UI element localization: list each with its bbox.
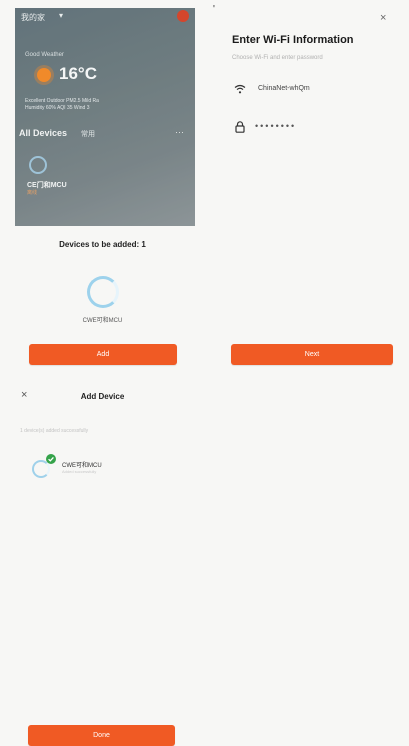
wifi-ssid-field[interactable]: ChinaNet-whQm: [258, 85, 310, 92]
check-icon: [46, 454, 56, 464]
add-button[interactable]: Add: [29, 344, 177, 365]
home-title: 我的家: [21, 13, 45, 22]
weather-row-1: Excellent Outdoor PM2.5 Mild Ra: [25, 98, 99, 104]
add-icon: [177, 10, 189, 22]
lock-icon: [235, 121, 245, 133]
home-dropdown-icon: ▾: [59, 11, 64, 20]
weather-row-2: Humidity 60% AQI 35 Wind 3: [25, 105, 90, 111]
all-devices-tab: All Devices: [19, 128, 68, 138]
weather-subtitle: Good Weather: [25, 52, 64, 58]
added-device-name: CWE可和MCU: [62, 463, 102, 469]
wifi-page-subtitle: Choose Wi-Fi and enter password: [232, 55, 323, 61]
scanning-spinner-icon: [87, 276, 119, 308]
temperature: 16°C: [59, 64, 97, 83]
devices-to-add-title: Devices to be added: 1: [59, 240, 146, 249]
wifi-icon: [234, 84, 246, 94]
add-device-hint: 1 device(s) added successfully: [20, 428, 89, 434]
wifi-password-field[interactable]: ••••••••: [255, 121, 296, 131]
add-device-title: Add Device: [80, 392, 125, 401]
home-screen-preview: 我的家 ▾ Good Weather 16°C Excellent Outdoo…: [15, 8, 195, 226]
device-status: 离线: [27, 190, 38, 196]
status-mark: ': [213, 4, 215, 15]
wifi-page-title: Enter Wi-Fi Information: [232, 34, 354, 46]
device-icon: [29, 156, 47, 174]
added-device-status: Added successfully: [62, 469, 97, 474]
close-icon[interactable]: ×: [380, 12, 386, 24]
done-button[interactable]: Done: [28, 725, 175, 746]
sun-icon: [37, 68, 51, 82]
more-icon: ···: [175, 127, 184, 137]
common-tab: 常用: [81, 131, 95, 138]
home-screen-scrim: [15, 8, 195, 226]
next-button[interactable]: Next: [231, 344, 393, 365]
found-device-label: CWE可和MCU: [82, 318, 123, 324]
